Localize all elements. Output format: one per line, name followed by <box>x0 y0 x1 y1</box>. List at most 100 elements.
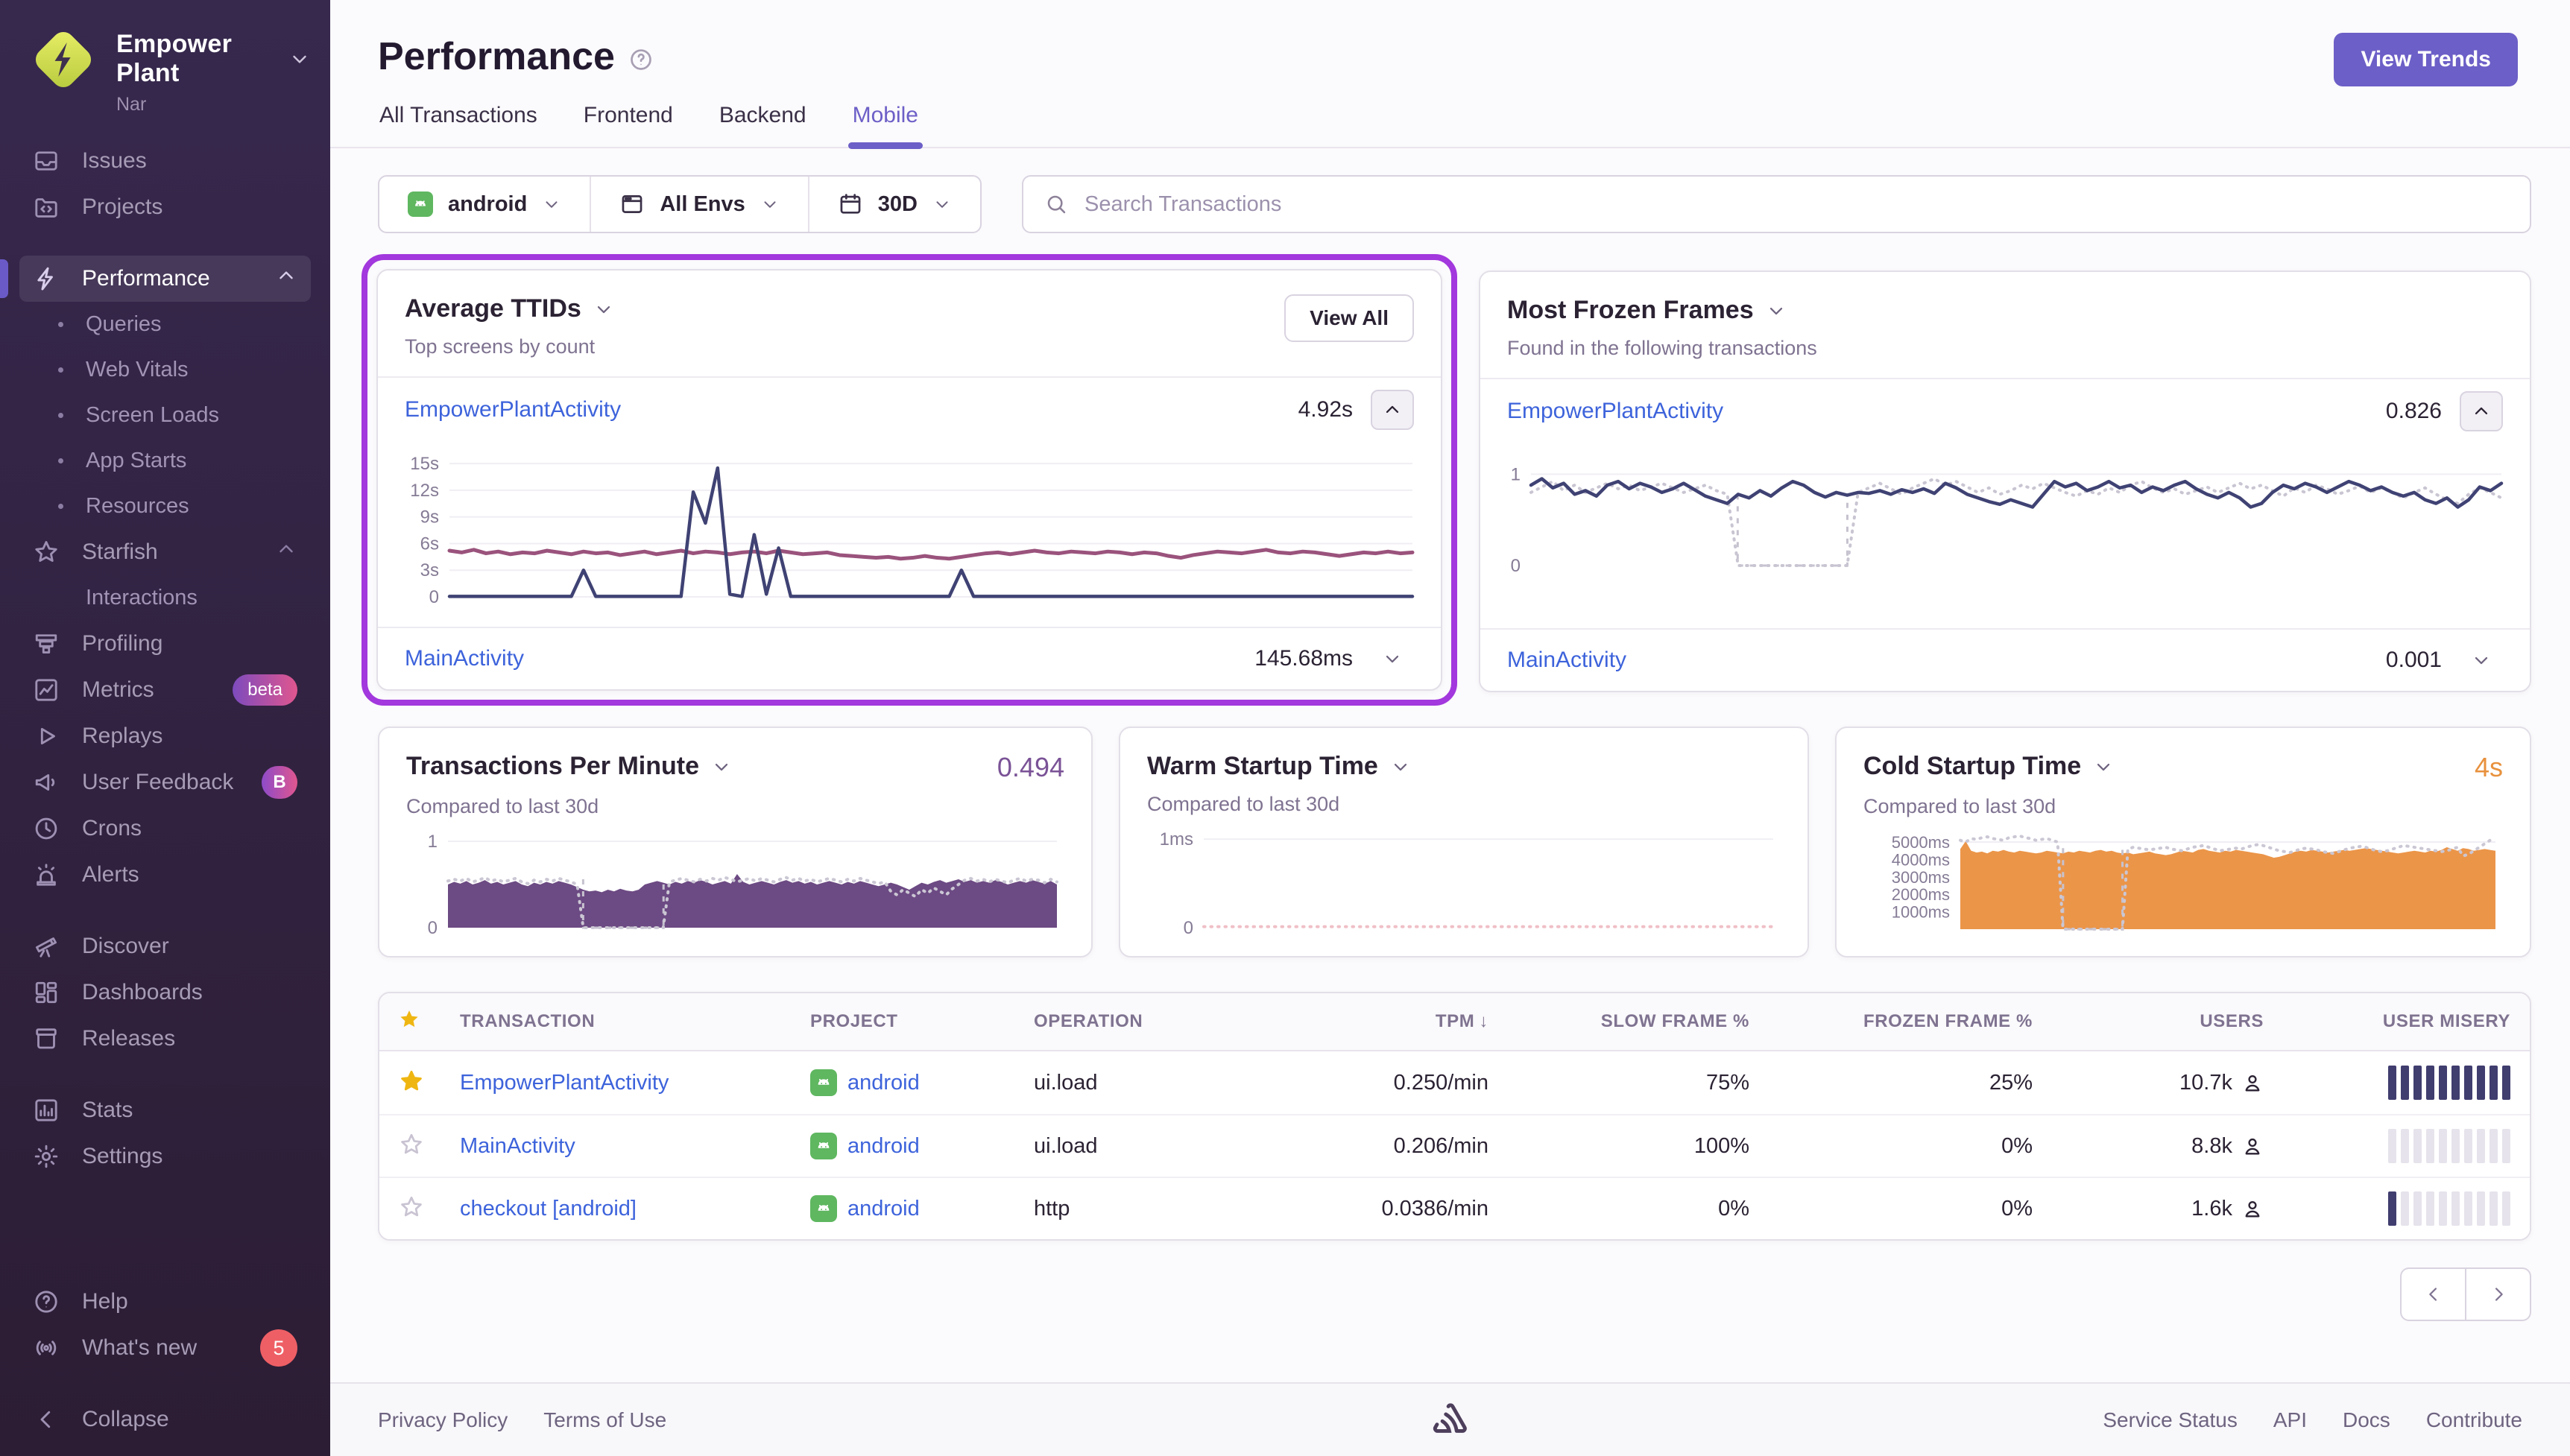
svg-text:1: 1 <box>428 832 438 852</box>
misery-bar <box>2426 1066 2434 1100</box>
sidebar-item-crons[interactable]: Crons <box>19 805 311 852</box>
sidebar-item-metrics[interactable]: Metrics beta <box>19 667 311 713</box>
org-switcher[interactable]: Empower Plant Nar <box>0 22 330 138</box>
footer-link-docs[interactable]: Docs <box>2343 1408 2390 1432</box>
column-header-user-misery[interactable]: USER MISERY <box>2264 1011 2510 1032</box>
collapse-icon <box>40 1411 51 1428</box>
sidebar-item-issues[interactable]: Issues <box>19 138 311 184</box>
sidebar-item-releases[interactable]: Releases <box>19 1016 311 1062</box>
sidebar-subitem-label: Queries <box>86 312 162 336</box>
sidebar-item-help[interactable]: Help <box>19 1279 311 1325</box>
transaction-link[interactable]: EmpowerPlantActivity <box>1507 399 1723 424</box>
transactions-table: TRANSACTION PROJECT OPERATION TPM ↓ SLOW FRAM… <box>378 992 2531 1241</box>
sidebar-item-performance[interactable]: Performance <box>0 256 311 302</box>
sidebar-item-alerts[interactable]: Alerts <box>19 852 311 898</box>
sidebar-item-collapse[interactable]: Collapse <box>19 1396 311 1443</box>
footer-link-api[interactable]: API <box>2273 1408 2307 1432</box>
transaction-link[interactable]: checkout [android] <box>460 1197 810 1221</box>
filter-30d-dropdown[interactable]: 30D <box>807 177 980 232</box>
svg-text:3s: 3s <box>420 560 439 580</box>
footer-link-contribute[interactable]: Contribute <box>2426 1408 2522 1432</box>
sidebar-secondary-nav: Help What's new 5 <box>0 1279 330 1371</box>
widget-title-dropdown[interactable]: Average TTIDs <box>405 294 614 323</box>
prev-page-button[interactable] <box>2400 1267 2466 1321</box>
sidebar-item-dashboards[interactable]: Dashboards <box>19 969 311 1016</box>
star-toggle[interactable] <box>399 1194 460 1224</box>
sidebar-item-what-s-new[interactable]: What's new 5 <box>19 1325 311 1371</box>
column-header-project[interactable]: PROJECT <box>810 1011 1034 1032</box>
footer-link-privacy-policy[interactable]: Privacy Policy <box>378 1408 508 1432</box>
tab-frontend[interactable]: Frontend <box>582 103 675 147</box>
section-collapse-toggle[interactable] <box>275 538 297 566</box>
project-cell[interactable]: android <box>810 1069 1034 1096</box>
sidebar-subitem-web-vitals[interactable]: Web Vitals <box>19 347 311 393</box>
misery-bar <box>2464 1191 2472 1226</box>
footer-link-service-status[interactable]: Service Status <box>2103 1408 2238 1432</box>
collapse-row-button[interactable] <box>1371 390 1414 430</box>
column-header-tpm[interactable]: TPM ↓ <box>1280 1011 1488 1032</box>
footer-link-terms-of-use[interactable]: Terms of Use <box>543 1408 666 1432</box>
misery-bar <box>2502 1129 2510 1163</box>
widget-title-dropdown[interactable]: Cold Startup Time <box>1863 752 2114 781</box>
column-header-slow-frame[interactable]: SLOW FRAME % <box>1488 1011 1749 1032</box>
tab-backend[interactable]: Backend <box>718 103 808 147</box>
table-body: EmpowerPlantActivity android ui.load 0.250… <box>379 1051 2530 1239</box>
column-header-operation[interactable]: OPERATION <box>1034 1011 1280 1032</box>
sidebar-item-profiling[interactable]: Profiling <box>19 621 311 667</box>
help-circle-icon[interactable] <box>628 47 654 72</box>
sidebar-subitem-interactions[interactable]: Interactions <box>19 575 311 621</box>
view-all-button[interactable]: View All <box>1284 294 1414 342</box>
sidebar-item-starfish[interactable]: Starfish <box>19 529 311 575</box>
transaction-link[interactable]: EmpowerPlantActivity <box>460 1071 810 1095</box>
star-outline-icon[interactable] <box>399 1132 424 1157</box>
widget-head: Transactions Per Minute 0.494 <box>406 752 1064 783</box>
chevron-down-icon <box>1394 763 1406 770</box>
transaction-link[interactable]: MainActivity <box>405 646 524 671</box>
misery-bar <box>2502 1066 2510 1100</box>
expand-row-button[interactable] <box>2460 650 2503 671</box>
column-header-users[interactable]: USERS <box>2033 1011 2264 1032</box>
tpm-cell: 0.0386/min <box>1381 1196 1489 1221</box>
sidebar-item-replays[interactable]: Replays <box>19 713 311 759</box>
sidebar-item-projects[interactable]: Projects <box>19 184 311 230</box>
project-cell[interactable]: android <box>810 1195 1034 1222</box>
view-trends-button[interactable]: View Trends <box>2334 33 2518 86</box>
sidebar-subitem-resources[interactable]: Resources <box>19 484 311 529</box>
sidebar-subitem-label: Resources <box>86 494 189 518</box>
search-box[interactable] <box>1021 175 2531 233</box>
widget-title-dropdown[interactable]: Most Frozen Frames <box>1507 296 1817 325</box>
project-cell[interactable]: android <box>810 1133 1034 1159</box>
tab-all-transactions[interactable]: All Transactions <box>378 103 539 147</box>
transaction-link[interactable]: MainActivity <box>460 1134 810 1159</box>
frozen-frames-chart: 10 <box>1511 464 2504 576</box>
tab-mobile[interactable]: Mobile <box>847 103 924 149</box>
clock-icon <box>35 817 57 840</box>
sidebar-subitem-queries[interactable]: Queries <box>19 302 311 347</box>
sidebar-item-discover[interactable]: Discover <box>19 923 311 969</box>
collapse-row-button[interactable] <box>2460 391 2503 431</box>
filter-android-dropdown[interactable]: android <box>379 177 590 232</box>
filter-all-envs-dropdown[interactable]: All Envs <box>590 177 807 232</box>
star-filled-icon[interactable] <box>399 1069 424 1094</box>
widget-title-dropdown[interactable]: Transactions Per Minute <box>406 752 732 781</box>
expand-row-button[interactable] <box>1371 648 1414 669</box>
main-content: View Trends Performance All Transactions… <box>330 0 2570 1382</box>
column-header-frozen-frame[interactable]: FROZEN FRAME % <box>1749 1011 2033 1032</box>
star-outline-icon[interactable] <box>399 1194 424 1220</box>
section-collapse-toggle[interactable] <box>275 265 297 293</box>
sidebar-item-stats[interactable]: Stats <box>19 1087 311 1133</box>
widget-title-dropdown[interactable]: Warm Startup Time <box>1147 752 1411 781</box>
star-toggle[interactable] <box>399 1132 460 1161</box>
widget-subtitle: Compared to last 30d <box>406 795 599 817</box>
search-input[interactable] <box>1084 192 2509 217</box>
sidebar-subitem-app-starts[interactable]: App Starts <box>19 438 311 484</box>
warm-chart-wrap: 1ms 0 <box>1147 822 1781 938</box>
star-toggle[interactable] <box>399 1069 460 1098</box>
sidebar-item-user-feedback[interactable]: User Feedback B <box>19 759 311 805</box>
transaction-link[interactable]: EmpowerPlantActivity <box>405 397 621 422</box>
transaction-link[interactable]: MainActivity <box>1507 648 1626 673</box>
column-header-transaction[interactable]: TRANSACTION <box>460 1011 810 1032</box>
sidebar-item-settings[interactable]: Settings <box>19 1133 311 1180</box>
next-page-button[interactable] <box>2466 1267 2531 1321</box>
sidebar-subitem-screen-loads[interactable]: Screen Loads <box>19 393 311 438</box>
